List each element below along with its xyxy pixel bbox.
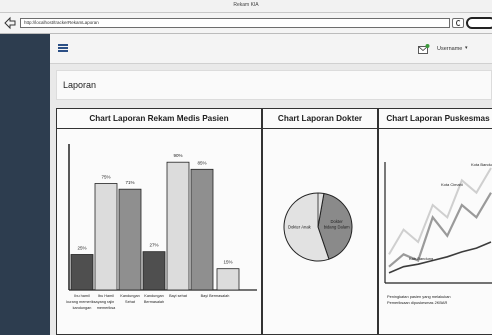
- bar: [94, 183, 118, 291]
- category-label: Kandungan: [120, 294, 139, 298]
- bar-value-label: 27%: [149, 243, 158, 248]
- panel-header: Chart Laporan Dokter: [263, 109, 377, 129]
- series-label: Kab.Bandung: [409, 256, 433, 261]
- rekam-medis-panel: Chart Laporan Rekam Medis Pasien 25% 75% 7…: [56, 108, 262, 335]
- category-label: kandungan: [73, 306, 92, 310]
- browser-toolbar: http://localhost/trackerRekamLaporan: [0, 13, 492, 34]
- page-title: Laporan: [63, 80, 97, 90]
- bar-value-label: 85%: [197, 160, 206, 165]
- panel-header: Chart Laporan Puskesmas: [379, 109, 492, 129]
- category-label: Ibu Hamil: [98, 294, 114, 298]
- category-label: kurang memeriksa: [66, 300, 98, 304]
- pie-slice-label: Dokter: [330, 219, 343, 224]
- bar: [118, 188, 142, 291]
- bar-value-label: 25%: [77, 246, 86, 251]
- panel-title: Chart Laporan Puskesmas: [386, 114, 490, 123]
- window-title: Rekam KIA: [233, 2, 259, 8]
- menu-icon[interactable]: [58, 44, 68, 52]
- back-arrow-icon[interactable]: [3, 16, 17, 30]
- category-label: yang rajin: [98, 300, 114, 304]
- puskesmas-line-chart: Kota Bandung Kota Cimahi Kab.Bandung Pening…: [384, 162, 492, 305]
- refresh-icon: [456, 20, 461, 26]
- bar: [216, 268, 240, 291]
- main-content: Laporan Chart Laporan Rekam Medis Pasien…: [50, 64, 492, 335]
- line-series: [388, 241, 492, 274]
- chart-caption: Pemeriksaan dipuskesmas 2KBAR: [387, 300, 448, 305]
- category-label: Ibu hamil: [74, 294, 90, 298]
- panel-title: Chart Laporan Dokter: [277, 114, 363, 123]
- category-label: Bayi Bermasalah: [201, 294, 230, 298]
- category-label: Kandungan: [144, 294, 163, 298]
- bar: [70, 254, 94, 291]
- rekam-medis-bar-chart: 25% 75% 71% 27% 90% 85% 15% Ibu hamil kurang mem…: [66, 144, 257, 310]
- dokter-panel: Chart Laporan Dokter Dokter bidang Dalam D…: [262, 108, 378, 335]
- line-series: [388, 167, 492, 255]
- address-bar[interactable]: http://localhost/trackerRekamLaporan: [20, 18, 450, 28]
- chevron-down-icon[interactable]: ▾: [465, 45, 468, 51]
- bar-value-label: 71%: [125, 180, 134, 185]
- bar: [166, 161, 190, 291]
- chart-caption: Peningkatan pasien yang melakukan: [387, 294, 451, 299]
- username-label[interactable]: Username: [437, 46, 462, 52]
- puskesmas-panel: Chart Laporan Puskesmas Kota BandungKota…: [378, 108, 492, 335]
- panel-header: Chart Laporan Rekam Medis Pasien: [57, 109, 261, 129]
- browser-search-box[interactable]: [466, 17, 492, 29]
- category-label: Bayi sehat: [169, 294, 188, 298]
- series-label: Kota Cimahi: [441, 182, 463, 187]
- panel-title: Chart Laporan Rekam Medis Pasien: [89, 114, 229, 123]
- bar-value-label: 75%: [101, 175, 110, 180]
- page-title-card: Laporan: [56, 70, 492, 100]
- category-label: Sehat: [125, 300, 136, 304]
- sidebar: [0, 34, 50, 335]
- pie-slice-label: Dokter Anak: [288, 224, 312, 229]
- bar: [142, 251, 166, 291]
- category-label: memeriksa: [97, 306, 116, 310]
- dokter-pie-chart: Dokterbidang Dalam Dokter Anak: [283, 192, 353, 262]
- bar: [190, 168, 214, 291]
- browser-titlebar: Rekam KIA: [0, 0, 492, 13]
- app-header: Username ▾: [50, 34, 492, 64]
- bar-value-label: 90%: [173, 153, 182, 158]
- category-label: Bermasalah: [144, 300, 164, 304]
- series-label: Kota Bandung: [471, 162, 492, 167]
- pie-slice-label: bidang Dalam: [324, 224, 350, 229]
- bar-value-label: 15%: [223, 260, 232, 265]
- notification-mail-icon[interactable]: [418, 44, 430, 54]
- refresh-button[interactable]: [452, 18, 464, 28]
